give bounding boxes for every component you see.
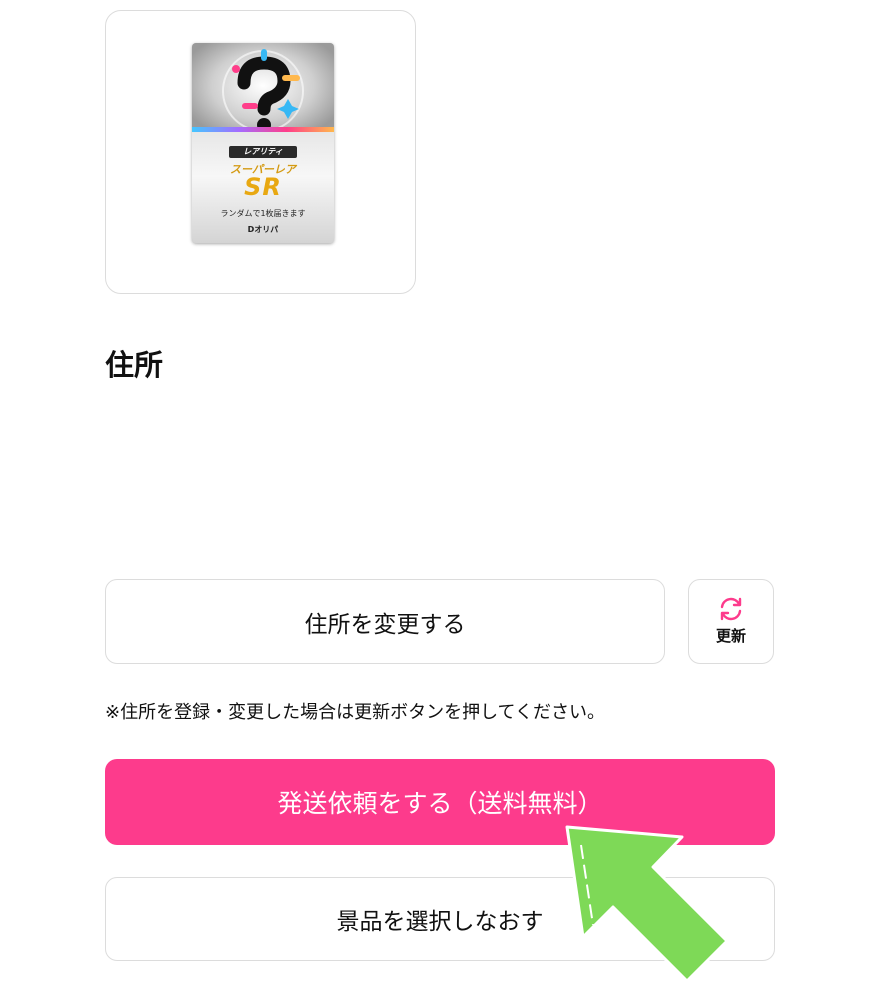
rarity-tag: レアリティ	[229, 146, 297, 158]
prize-card-frame: レアリティ スーパーレア SR ランダムで1枚届きます Dオリパ	[105, 10, 416, 294]
mystery-question-icon	[192, 43, 334, 138]
change-address-button[interactable]: 住所を変更する	[105, 579, 665, 664]
reselect-prize-button[interactable]: 景品を選択しなおす	[105, 877, 775, 961]
card-info-panel: レアリティ スーパーレア SR ランダムで1枚届きます Dオリパ	[192, 132, 334, 243]
refresh-button[interactable]: 更新	[688, 579, 774, 664]
refresh-icon	[720, 597, 742, 621]
address-section-title: 住所	[105, 348, 164, 382]
change-address-label: 住所を変更する	[304, 611, 466, 638]
request-shipping-label: 発送依頼をする（送料無料）	[277, 789, 603, 818]
prize-card-image: レアリティ スーパーレア SR ランダムで1枚届きます Dオリパ	[192, 43, 334, 243]
address-notice: ※住所を登録・変更した場合は更新ボタンを押してください。	[105, 702, 605, 723]
card-logo: Dオリパ	[247, 225, 279, 234]
shipping-request-page: レアリティ スーパーレア SR ランダムで1枚届きます Dオリパ 住所 住所を変…	[0, 0, 880, 1000]
card-note: ランダムで1枚届きます	[220, 209, 306, 218]
rarity-code: SR	[244, 173, 282, 201]
reselect-prize-label: 景品を選択しなおす	[336, 909, 544, 935]
request-shipping-button[interactable]: 発送依頼をする（送料無料）	[105, 759, 775, 845]
refresh-label: 更新	[715, 627, 746, 645]
